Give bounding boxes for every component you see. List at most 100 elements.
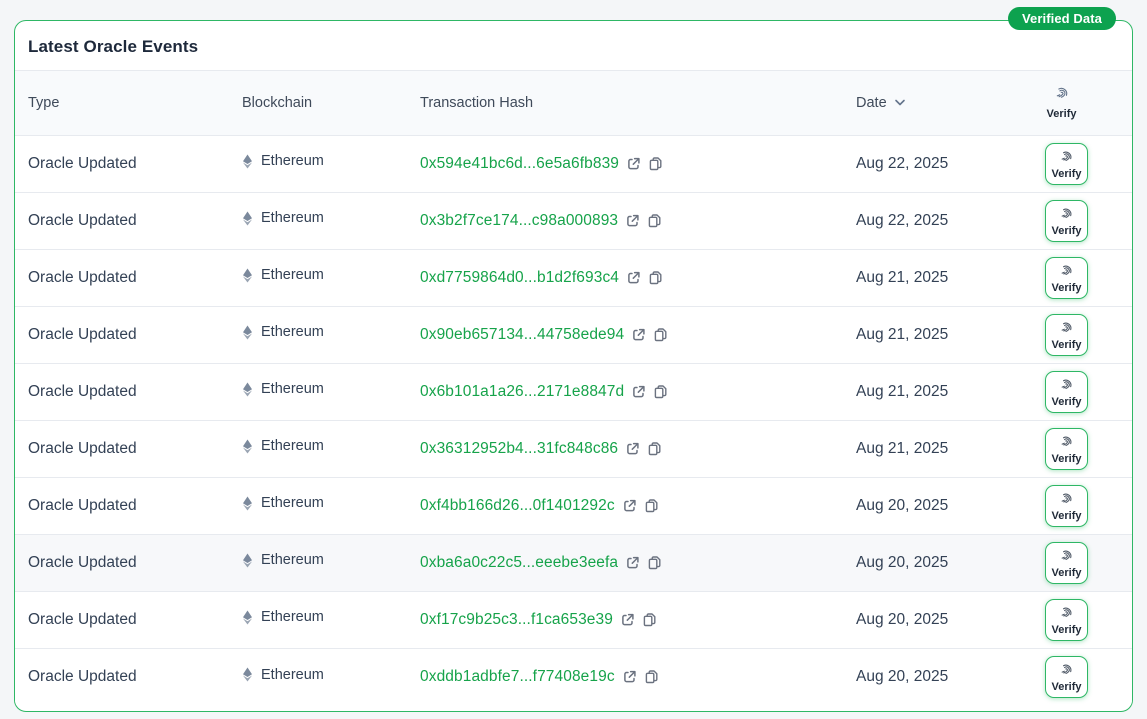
verify-cell: Verify (1013, 477, 1132, 534)
verify-button[interactable]: Verify (1045, 200, 1089, 242)
verify-button[interactable]: Verify (1045, 542, 1089, 584)
event-type-cell: Oracle Updated (15, 420, 229, 477)
verify-button-label: Verify (1052, 282, 1082, 294)
date-cell: Aug 20, 2025 (843, 648, 1013, 705)
external-link-icon[interactable] (625, 555, 640, 570)
copy-icon[interactable] (653, 384, 668, 399)
external-link-icon[interactable] (631, 384, 646, 399)
verify-button[interactable]: Verify (1045, 656, 1089, 698)
copy-icon[interactable] (644, 498, 659, 513)
blockchain-cell: Ethereum (229, 249, 407, 306)
blockchain-label: Ethereum (261, 609, 324, 625)
blockchain-label: Ethereum (261, 267, 324, 283)
copy-icon[interactable] (653, 327, 668, 342)
copy-icon[interactable] (648, 156, 663, 171)
verify-button-label: Verify (1052, 624, 1082, 636)
oracle-events-table: Type Blockchain Transaction Hash Date (15, 71, 1132, 705)
table-body: Oracle Updated Ethereum 0x594e41bc6d...6… (15, 135, 1132, 705)
verify-cell: Verify (1013, 648, 1132, 705)
verify-button[interactable]: Verify (1045, 143, 1089, 185)
copy-icon[interactable] (647, 213, 662, 228)
copy-icon[interactable] (642, 612, 657, 627)
date-cell: Aug 21, 2025 (843, 306, 1013, 363)
blockchain-label: Ethereum (261, 552, 324, 568)
transaction-hash-link[interactable]: 0xf4bb166d26...0f1401292c (420, 497, 615, 515)
column-header-date[interactable]: Date (856, 95, 907, 111)
external-link-icon[interactable] (625, 441, 640, 456)
external-link-icon[interactable] (626, 270, 641, 285)
transaction-hash-link[interactable]: 0xddb1adbfe7...f77408e19c (420, 668, 615, 686)
verify-button[interactable]: Verify (1045, 485, 1089, 527)
transaction-hash-link[interactable]: 0x90eb657134...44758ede94 (420, 326, 624, 344)
blockchain-cell: Ethereum (229, 477, 407, 534)
blockchain-label: Ethereum (261, 210, 324, 226)
external-link-icon[interactable] (625, 213, 640, 228)
oracle-events-card: Latest Oracle Events Type Blockchain Tra… (14, 20, 1133, 712)
transaction-hash-cell: 0x90eb657134...44758ede94 (407, 306, 843, 363)
table-row: Oracle Updated Ethereum 0xf4bb166d26...0… (15, 477, 1132, 534)
verify-button-label: Verify (1052, 396, 1082, 408)
verify-cell: Verify (1013, 591, 1132, 648)
transaction-hash-link[interactable]: 0xf17c9b25c3...f1ca653e39 (420, 611, 613, 629)
event-type-cell: Oracle Updated (15, 135, 229, 192)
date-header-label: Date (856, 95, 887, 111)
event-type-cell: Oracle Updated (15, 363, 229, 420)
fingerprint-icon (1059, 149, 1074, 167)
page-title: Latest Oracle Events (15, 21, 1132, 71)
ethereum-icon (242, 211, 253, 226)
fingerprint-icon (1059, 548, 1074, 566)
verify-button[interactable]: Verify (1045, 599, 1089, 641)
copy-icon[interactable] (648, 270, 663, 285)
copy-icon[interactable] (647, 555, 662, 570)
external-link-icon[interactable] (620, 612, 635, 627)
blockchain-cell: Ethereum (229, 306, 407, 363)
fingerprint-icon (1059, 206, 1074, 224)
date-cell: Aug 21, 2025 (843, 249, 1013, 306)
transaction-hash-link[interactable]: 0x36312952b4...31fc848c86 (420, 440, 618, 458)
external-link-icon[interactable] (622, 498, 637, 513)
transaction-hash-link[interactable]: 0x6b101a1a26...2171e8847d (420, 383, 624, 401)
copy-icon[interactable] (644, 669, 659, 684)
verify-button[interactable]: Verify (1045, 428, 1089, 470)
fingerprint-icon (1059, 434, 1074, 452)
table-row: Oracle Updated Ethereum 0xf17c9b25c3...f… (15, 591, 1132, 648)
verify-button-label: Verify (1052, 168, 1082, 180)
verify-cell: Verify (1013, 420, 1132, 477)
ethereum-icon (242, 667, 253, 682)
transaction-hash-link[interactable]: 0xba6a0c22c5...eeebe3eefa (420, 554, 618, 572)
external-link-icon[interactable] (626, 156, 641, 171)
table-row: Oracle Updated Ethereum 0x6b101a1a26...2… (15, 363, 1132, 420)
external-link-icon[interactable] (631, 327, 646, 342)
verify-cell: Verify (1013, 363, 1132, 420)
table-row: Oracle Updated Ethereum 0x36312952b4...3… (15, 420, 1132, 477)
blockchain-label: Ethereum (261, 667, 324, 683)
verify-button[interactable]: Verify (1045, 371, 1089, 413)
transaction-hash-link[interactable]: 0x3b2f7ce174...c98a000893 (420, 212, 618, 230)
blockchain-label: Ethereum (261, 153, 324, 169)
copy-icon[interactable] (647, 441, 662, 456)
table-row: Oracle Updated Ethereum 0x594e41bc6d...6… (15, 135, 1132, 192)
blockchain-cell: Ethereum (229, 534, 407, 591)
external-link-icon[interactable] (622, 669, 637, 684)
verify-button-label: Verify (1052, 453, 1082, 465)
transaction-hash-cell: 0xba6a0c22c5...eeebe3eefa (407, 534, 843, 591)
ethereum-icon (242, 496, 253, 511)
verify-button-label: Verify (1052, 510, 1082, 522)
date-cell: Aug 20, 2025 (843, 591, 1013, 648)
fingerprint-icon (1059, 605, 1074, 623)
table-row: Oracle Updated Ethereum 0xd7759864d0...b… (15, 249, 1132, 306)
column-header-type: Type (15, 71, 229, 135)
ethereum-icon (242, 610, 253, 625)
verify-button[interactable]: Verify (1045, 257, 1089, 299)
transaction-hash-link[interactable]: 0x594e41bc6d...6e5a6fb839 (420, 155, 619, 173)
event-type-cell: Oracle Updated (15, 591, 229, 648)
verify-cell: Verify (1013, 249, 1132, 306)
column-header-verify: Verify (1013, 85, 1120, 120)
verify-header-label: Verify (1047, 108, 1077, 120)
verify-button[interactable]: Verify (1045, 314, 1089, 356)
event-type-cell: Oracle Updated (15, 249, 229, 306)
transaction-hash-cell: 0xf17c9b25c3...f1ca653e39 (407, 591, 843, 648)
table-row: Oracle Updated Ethereum 0xba6a0c22c5...e… (15, 534, 1132, 591)
transaction-hash-link[interactable]: 0xd7759864d0...b1d2f693c4 (420, 269, 619, 287)
ethereum-icon (242, 553, 253, 568)
